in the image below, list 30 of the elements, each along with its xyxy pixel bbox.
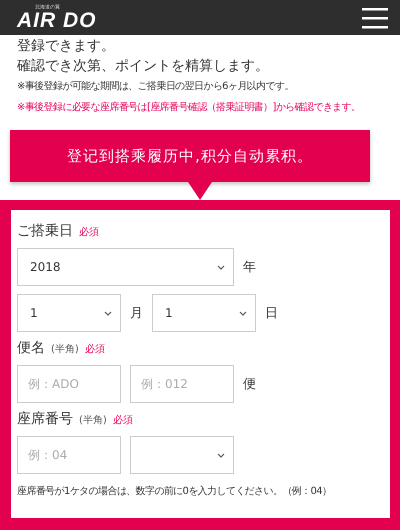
required-mark: 必須: [79, 226, 99, 239]
note-text: ※事後登録に必要な座席番号は[座席番号確認（搭乗証明書）]から確認できます。: [17, 101, 362, 114]
chevron-down-icon: [239, 310, 247, 316]
field-label: 便名: [17, 339, 45, 357]
intro-text: 確認でき次第、ポイントを精算します。: [17, 58, 270, 75]
field-label: 座席番号: [17, 410, 73, 428]
required-mark: 必須: [112, 414, 133, 427]
menu-button[interactable]: [362, 6, 388, 28]
chevron-down-icon: [217, 264, 225, 270]
note-text: ※事後登録が可能な期間は、ご搭乗日の翌日から6ヶ月以内です。: [17, 80, 295, 93]
logo[interactable]: AIR DO: [17, 10, 96, 30]
unit-label: 年: [243, 259, 256, 276]
dropdown[interactable]: 1: [17, 294, 121, 332]
intro-text: 登録できます。: [17, 38, 116, 55]
field-hint: (半角): [51, 342, 79, 356]
unit-label: 月: [130, 305, 143, 322]
chevron-down-icon: [217, 452, 225, 458]
input-field[interactable]: 例：012: [130, 365, 234, 403]
dropdown[interactable]: 2018: [17, 248, 234, 286]
field-label: ご搭乗日: [17, 222, 73, 240]
dropdown[interactable]: 1: [152, 294, 256, 332]
unit-label: 日: [265, 305, 278, 322]
field-hint: (半角): [79, 414, 107, 427]
input-field[interactable]: 例：04: [17, 436, 121, 474]
input-field[interactable]: 例：ADO: [17, 365, 121, 403]
banner-text: 登记到搭乘履历中,积分自动累积。: [67, 146, 313, 166]
required-mark: 必須: [84, 342, 105, 356]
unit-label: 便: [243, 376, 256, 393]
chevron-down-icon: [104, 310, 112, 316]
footnote-text: 座席番号が1ケタの場合は、数字の前に0を入力してください。（例：04）: [17, 484, 332, 498]
